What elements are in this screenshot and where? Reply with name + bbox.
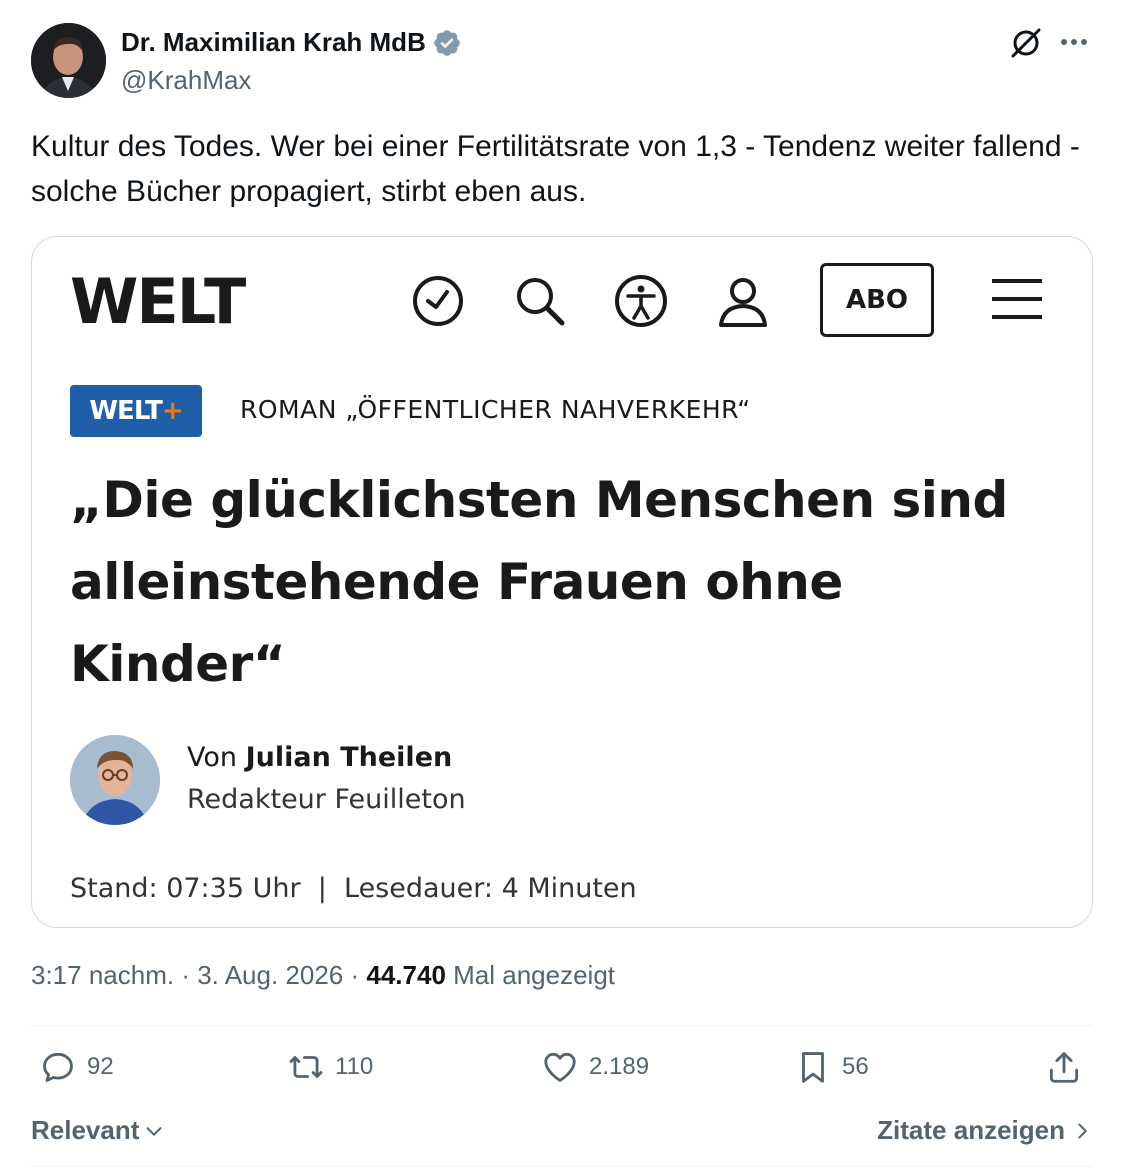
bookmark-count: 56 [842,1053,869,1080]
timestamp-separator: · [181,960,198,990]
verified-badge-icon [434,29,460,56]
chevron-down-icon [146,1126,162,1136]
article-author-role: Redakteur Feuilleton [187,784,466,815]
tweet-time[interactable]: 3:17 nachm. [31,960,174,990]
article-author-avatar [70,735,160,825]
divider [31,1025,1093,1026]
like-count: 2.189 [589,1053,650,1080]
grok-icon[interactable] [1008,25,1044,61]
share-icon [1049,1052,1079,1083]
heart-icon [544,1052,576,1082]
reply-icon [43,1052,73,1082]
hamburger-menu-icon [992,279,1042,319]
view-quotes-link[interactable]: Zitate anzeigen [877,1115,1093,1146]
welt-plus-badge: WELT + [70,385,202,437]
views-label: Mal angezeigt [453,960,616,990]
views-count: 44.740 [366,960,446,990]
clock-icon [413,276,463,326]
reply-count: 92 [87,1053,114,1080]
repost-count: 110 [335,1053,374,1080]
author-name[interactable]: Dr. Maximilian Krah MdB [121,27,426,58]
author-handle[interactable]: @KrahMax [121,65,251,96]
tweet-date[interactable]: 3. Aug. 2026 [197,960,343,990]
sort-label: Relevant [31,1115,140,1145]
byline-prefix: Von [187,742,238,773]
search-icon [517,278,565,326]
byline-author-name: Julian Theilen [245,742,453,773]
repost-button[interactable]: 110 [287,1048,373,1086]
tweet-text: Kultur des Todes. Wer bei einer Fertilit… [31,130,1080,208]
welt-logo: WELT [70,265,246,338]
abo-button: ABO [820,263,934,337]
accessibility-icon [615,275,667,327]
tweet-media-card[interactable]: WELT ABO WELT + ROMAN „ÖFFENTLICHER NAHVE… [31,236,1093,928]
quotes-label: Zitate anzeigen [877,1115,1065,1145]
user-icon [719,278,767,327]
chevron-right-icon [1078,1123,1087,1138]
more-options-icon[interactable] [1057,27,1091,57]
sort-dropdown[interactable]: Relevant [31,1115,165,1146]
tweet-actions: 92 110 2.189 56 [31,1048,1093,1096]
welt-plus-badge-plus: + [161,396,184,426]
divider [31,1166,1093,1167]
welt-plus-badge-text: WELT [89,396,162,426]
share-button[interactable] [1045,1048,1083,1086]
tweet-header: Dr. Maximilian Krah MdB @KrahMax [31,23,1093,99]
tweet-timestamp: 3:17 nachm. · 3. Aug. 2026 · 44.740 Mal … [31,960,615,991]
article-meta: Stand: 07:35 Uhr | Lesedauer: 4 Minuten [70,873,637,904]
like-button[interactable]: 2.189 [541,1048,649,1086]
article-byline: Von Julian Theilen [187,742,452,773]
bookmark-icon [802,1052,824,1083]
timestamp-separator: · [350,960,367,990]
author-avatar[interactable] [31,23,106,98]
article-kicker: ROMAN „ÖFFENTLICHER NAHVERKEHR“ [240,395,751,424]
repost-icon [289,1056,323,1078]
author-name-row[interactable]: Dr. Maximilian Krah MdB [121,27,462,58]
bookmark-button[interactable]: 56 [794,1048,869,1086]
article-headline: „Die glücklichsten Menschen sind alleins… [70,471,1008,693]
reply-button[interactable]: 92 [39,1048,114,1086]
